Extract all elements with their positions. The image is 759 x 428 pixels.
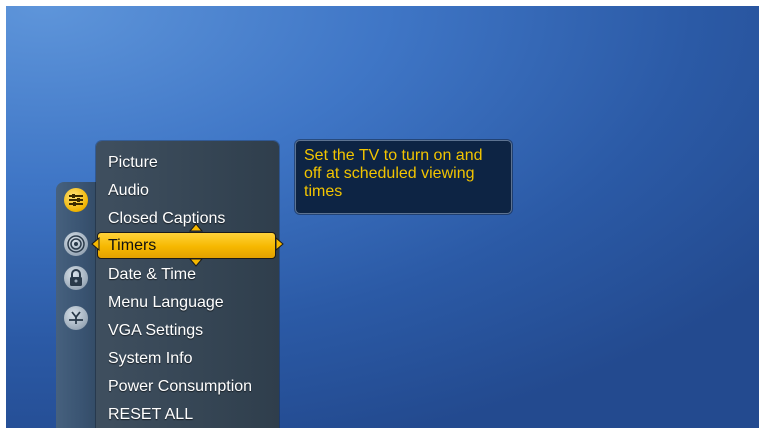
description-text: Set the TV to turn on and off at schedul… [304, 147, 483, 200]
menu-item-date-time[interactable]: Date & Time [108, 263, 196, 287]
menu-item-closed-captions[interactable]: Closed Captions [108, 207, 225, 231]
description-tooltip: Set the TV to turn on and off at schedul… [295, 140, 512, 214]
scroll-up-arrow-icon[interactable] [189, 223, 203, 232]
settings-icon[interactable] [64, 188, 88, 212]
menu-item-timers-selected[interactable]: Timers [97, 232, 276, 259]
broadcast-icon[interactable] [64, 232, 88, 256]
tv-screen: Picture Audio Closed Captions Date & Tim… [6, 6, 759, 428]
menu-item-power-consumption[interactable]: Power Consumption [108, 375, 252, 399]
broadcast-glyph [67, 235, 85, 253]
scroll-right-arrow-icon[interactable] [275, 237, 284, 251]
scroll-left-arrow-icon[interactable] [91, 237, 100, 251]
lock-glyph [70, 269, 82, 286]
antenna-glyph [69, 311, 83, 324]
settings-menu: Picture Audio Closed Captions Date & Tim… [96, 141, 279, 428]
menu-item-timers-label: Timers [108, 237, 157, 254]
lock-icon[interactable] [64, 266, 88, 290]
menu-item-menu-language[interactable]: Menu Language [108, 291, 224, 315]
scroll-down-arrow-icon[interactable] [189, 258, 203, 267]
menu-item-reset-all[interactable]: RESET ALL [108, 403, 193, 427]
antenna-icon[interactable] [64, 306, 88, 330]
menu-item-system-info[interactable]: System Info [108, 347, 192, 371]
menu-item-audio[interactable]: Audio [108, 179, 149, 203]
menu-item-vga-settings[interactable]: VGA Settings [108, 319, 203, 343]
settings-glyph [69, 194, 83, 206]
menu-item-picture[interactable]: Picture [108, 151, 158, 175]
category-icon-rail [56, 182, 98, 428]
